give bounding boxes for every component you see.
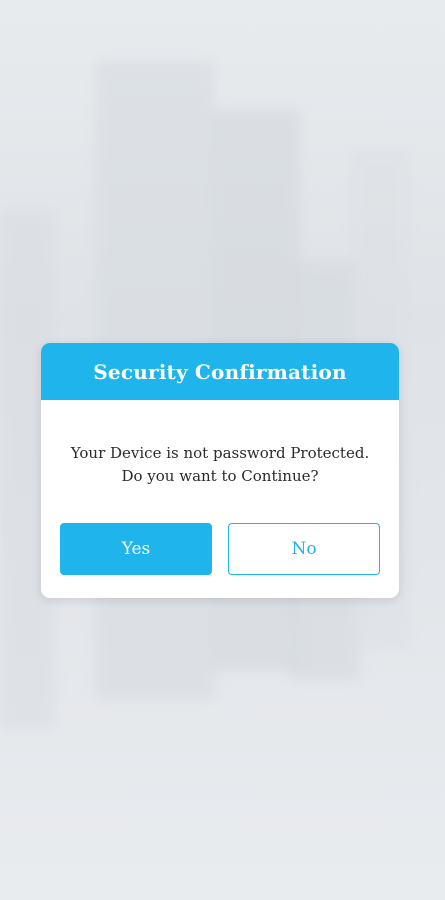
dialog-message: Your Device is not password Protected. D… [41,442,399,488]
dialog-header: Security Confirmation [41,343,399,400]
dialog-title: Security Confirmation [93,359,347,384]
dialog-button-row: Yes No [60,523,380,577]
yes-button[interactable]: Yes [60,523,212,575]
security-confirmation-dialog: Security Confirmation Your Device is not… [41,343,399,598]
dialog-message-line: Do you want to Continue? [121,467,319,485]
no-button[interactable]: No [228,523,380,575]
dialog-message-line: Your Device is not password Protected. [70,444,370,462]
